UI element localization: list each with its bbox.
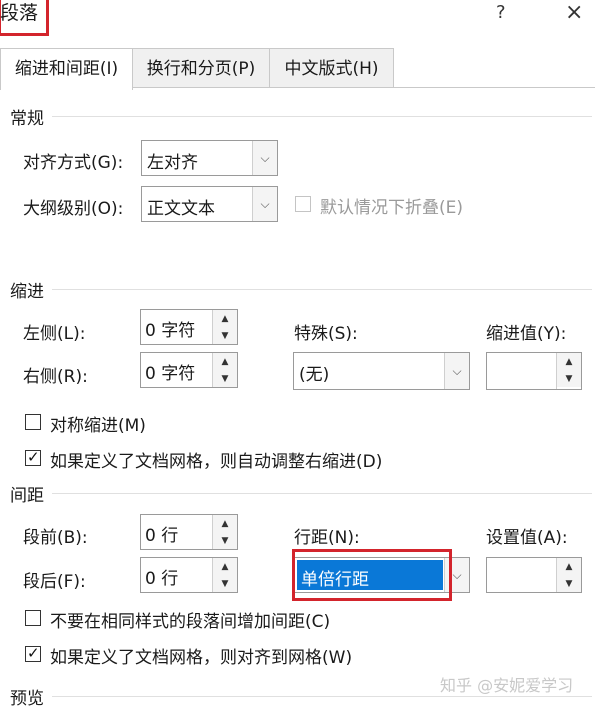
spin-down-icon[interactable]: ▼ [213,370,237,387]
spin-up-icon[interactable]: ▲ [213,515,237,533]
line-spacing-callout-box [292,549,452,601]
auto-adjust-indent-checkbox[interactable] [25,448,41,466]
spin-down-icon[interactable]: ▼ [557,575,581,592]
spin-down-icon[interactable]: ▼ [213,532,237,549]
divider [52,696,592,697]
divider [52,493,592,494]
spin-down-icon[interactable]: ▼ [213,327,237,344]
auto-adjust-indent-label: 如果定义了文档网格，则自动调整右缩进(D) [50,452,383,472]
spin-up-icon[interactable]: ▲ [213,310,237,328]
collapse-label: 默认情况下折叠(E) [320,198,464,218]
tab-bar: 缩进和间距(I) 换行和分页(P) 中文版式(H) [0,48,595,90]
special-value: (无) [299,365,330,385]
collapse-checkbox[interactable] [295,196,311,212]
left-indent-label: 左侧(L): [23,324,86,344]
preview-heading: 预览 [10,689,44,709]
space-before-spinner[interactable]: 0 行 ▲ ▼ [140,514,238,550]
space-after-label: 段后(F): [23,572,86,592]
tab-asian-typography[interactable]: 中文版式(H) [269,48,394,87]
spin-down-icon[interactable]: ▼ [213,575,237,592]
no-space-same-style-checkbox[interactable] [25,610,41,626]
right-indent-value: 0 字符 [145,364,196,384]
tab-line-page-breaks[interactable]: 换行和分页(P) [132,48,270,87]
mirror-indents-checkbox[interactable] [25,414,41,430]
outline-level-select[interactable]: 正文文本 ⌵ [141,186,278,222]
right-indent-label: 右侧(R): [23,367,88,387]
left-indent-spinner[interactable]: 0 字符 ▲ ▼ [140,309,238,345]
divider [52,116,592,117]
divider [52,289,592,290]
spin-up-icon[interactable]: ▲ [557,558,581,576]
special-select[interactable]: (无) ⌵ [293,352,470,390]
mirror-indents-label: 对称缩进(M) [50,416,146,436]
indentation-heading: 缩进 [10,282,44,302]
spacing-at-spinner[interactable]: ▲ ▼ [486,557,582,593]
right-indent-spinner[interactable]: 0 字符 ▲ ▼ [140,352,238,388]
left-indent-value: 0 字符 [145,321,196,341]
spin-up-icon[interactable]: ▲ [213,558,237,576]
dialog-title: 段落 [0,2,39,24]
watermark: 知乎 @安妮爱学习 [440,676,574,695]
general-heading: 常规 [10,109,44,129]
spacing-at-label: 设置值(A): [486,528,568,548]
space-after-spinner[interactable]: 0 行 ▲ ▼ [140,557,238,593]
chevron-down-icon[interactable]: ⌵ [252,141,277,175]
snap-to-grid-label: 如果定义了文档网格，则对齐到网格(W) [50,648,353,668]
indent-by-label: 缩进值(Y): [486,324,567,344]
help-button[interactable]: ? [496,2,506,23]
spin-down-icon[interactable]: ▼ [557,370,581,387]
spacing-heading: 间距 [10,486,44,506]
outline-level-value: 正文文本 [147,199,215,219]
chevron-down-icon[interactable]: ⌵ [252,187,277,221]
spin-up-icon[interactable]: ▲ [213,353,237,371]
tab-indents-spacing[interactable]: 缩进和间距(I) [0,48,133,90]
special-label: 特殊(S): [294,324,358,344]
close-button[interactable]: × [565,0,583,25]
line-spacing-label: 行距(N): [294,528,360,548]
chevron-down-icon[interactable]: ⌵ [444,353,469,389]
space-before-label: 段前(B): [23,528,88,548]
alignment-value: 左对齐 [147,153,198,173]
spin-up-icon[interactable]: ▲ [557,353,581,371]
alignment-select[interactable]: 左对齐 ⌵ [141,140,278,176]
outline-level-label: 大纲级别(O): [23,199,124,219]
space-after-value: 0 行 [145,569,179,589]
no-space-same-style-label: 不要在相同样式的段落间增加间距(C) [50,612,331,632]
alignment-label: 对齐方式(G): [23,153,124,173]
space-before-value: 0 行 [145,526,179,546]
indent-by-spinner[interactable]: ▲ ▼ [486,352,582,390]
snap-to-grid-checkbox[interactable] [25,644,41,662]
